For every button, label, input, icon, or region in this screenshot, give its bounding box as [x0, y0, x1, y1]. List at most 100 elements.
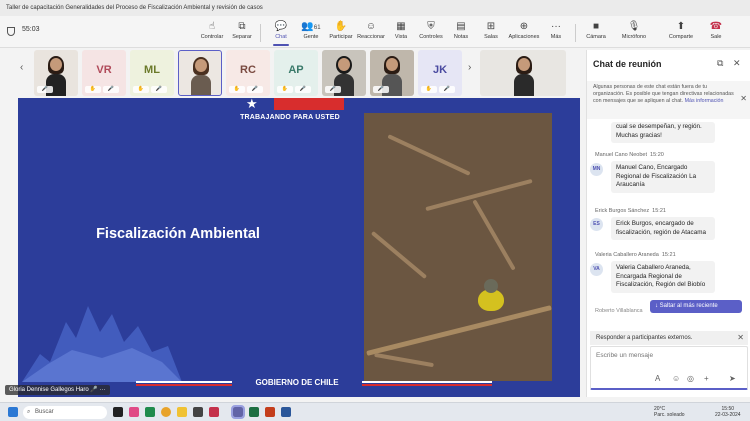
- taskbar-search[interactable]: ⌕ Buscar: [23, 406, 107, 419]
- app-icon[interactable]: [209, 407, 219, 417]
- separar-button[interactable]: ⧉ Separar: [228, 19, 256, 46]
- chat-message: Erick Burgos, encargado de fiscalización…: [611, 217, 715, 240]
- app-icon[interactable]: [145, 407, 155, 417]
- close-icon[interactable]: ✕: [733, 58, 741, 69]
- search-icon: ⌕: [27, 409, 31, 415]
- message-meta: Erick Burgos Sánchez 15:21: [595, 208, 666, 214]
- hand-icon: ✋: [85, 86, 101, 93]
- chat-title: Chat de reunión: [593, 59, 662, 69]
- jump-to-latest-button[interactable]: ↓ Saltar al más reciente: [650, 300, 742, 313]
- chat-icon: 💬: [274, 21, 288, 32]
- camera-icon: ■: [592, 21, 600, 32]
- app-icon[interactable]: [129, 407, 139, 417]
- message-meta: Roberto Villablanca: [595, 308, 643, 314]
- reaccionar-button[interactable]: ☺ Reaccionar: [357, 19, 385, 46]
- hand-icon: ✋: [229, 86, 245, 93]
- mountains-icon: [22, 306, 182, 382]
- avatar[interactable]: ES: [590, 218, 603, 231]
- participant-tile[interactable]: AP ✋ 🎤: [274, 50, 318, 96]
- chevron-left-icon[interactable]: ‹: [20, 62, 23, 73]
- chat-button[interactable]: 💬 Chat: [267, 19, 295, 46]
- shared-slide: ★ TRABAJANDO PARA USTED Fiscalización Am…: [18, 96, 580, 397]
- teams-icon[interactable]: [231, 405, 245, 419]
- format-icon[interactable]: A: [655, 374, 660, 383]
- chrome-icon[interactable]: [161, 407, 171, 417]
- mas-button[interactable]: ··· Más: [542, 19, 570, 46]
- excel-icon[interactable]: [249, 407, 259, 417]
- rooms-icon: ⊞: [486, 21, 496, 32]
- emoji-icon[interactable]: ☺: [672, 374, 680, 383]
- chevron-right-icon[interactable]: ›: [468, 62, 471, 73]
- message-input[interactable]: [596, 352, 736, 359]
- add-icon[interactable]: +: [704, 374, 709, 383]
- bird-photo: [364, 113, 552, 381]
- mic-icon: 🎤: [151, 86, 167, 93]
- mic-icon: 🎤: [90, 387, 98, 393]
- participant-tile[interactable]: JK ✋ 🎤: [418, 50, 462, 96]
- notas-button[interactable]: ▤ Notas: [447, 19, 475, 46]
- windows-start-icon[interactable]: [8, 407, 18, 417]
- more-icon[interactable]: ···: [100, 387, 106, 393]
- controles-button[interactable]: ⛨ Controles: [417, 19, 445, 46]
- grid-icon: ▦: [396, 21, 406, 32]
- participant-tile[interactable]: 🎤: [34, 50, 78, 96]
- meeting-toolbar: 55:03 ☝ Controlar ⧉ Separar 💬 Chat 👥61 Gente…: [0, 16, 750, 48]
- weather-widget[interactable]: 20°C Parc. soleado: [654, 406, 685, 418]
- send-icon[interactable]: ➤: [729, 374, 736, 383]
- participant-tile[interactable]: ML ✋ 🎤: [130, 50, 174, 96]
- task-view-icon[interactable]: [113, 407, 123, 417]
- gente-button[interactable]: 👥61 Gente: [297, 19, 325, 46]
- close-icon[interactable]: ✕: [737, 331, 744, 345]
- hand-icon: ✋: [133, 86, 149, 93]
- hand-icon: ✋: [277, 86, 293, 93]
- mic-icon: 🎤: [325, 86, 341, 93]
- camera-button[interactable]: ■ Cámara: [582, 19, 610, 46]
- leave-button[interactable]: ☎ Sale: [702, 19, 730, 46]
- participant-tile[interactable]: 🎤: [370, 50, 414, 96]
- mic-icon: 🎤: [295, 86, 311, 93]
- file-explorer-icon[interactable]: [177, 407, 187, 417]
- avatar[interactable]: MN: [590, 163, 603, 176]
- salas-button[interactable]: ⊞ Salas: [477, 19, 505, 46]
- close-icon[interactable]: ✕: [740, 95, 747, 103]
- hand-control-icon: ☝: [208, 21, 216, 32]
- participant-tile-speaking[interactable]: [178, 50, 222, 96]
- people-icon: 👥61: [301, 21, 321, 32]
- more-info-link[interactable]: Más información: [685, 98, 724, 104]
- avatar[interactable]: VA: [590, 263, 603, 276]
- apps-icon: ⊕: [519, 21, 529, 32]
- mic-icon: 🎤: [373, 86, 389, 93]
- participant-tile[interactable]: RC ✋ 🎤: [226, 50, 270, 96]
- vista-button[interactable]: ▦ Vista: [387, 19, 415, 46]
- microphone-button[interactable]: 🎙 Micrófono: [617, 19, 651, 46]
- shield-controls-icon: ⛨: [427, 21, 435, 32]
- notes-icon: ▤: [456, 21, 466, 32]
- aplicaciones-button[interactable]: ⊕ Aplicaciones: [507, 19, 541, 46]
- compose-box[interactable]: A ☺ ◎ + ➤: [590, 346, 748, 390]
- participant-video: [191, 57, 211, 95]
- self-view-tile[interactable]: [480, 50, 566, 96]
- chat-message: cual se desempeñan, y región. Muchas gra…: [611, 122, 715, 143]
- arrow-down-icon: ↓: [655, 303, 658, 309]
- message-meta: Valeria Caballero Araneda 15:21: [595, 252, 676, 258]
- hang-up-icon: ☎: [709, 21, 723, 32]
- clock[interactable]: 15:50 22-03-2024: [715, 406, 741, 418]
- participant-tile[interactable]: VR ✋ 🎤: [82, 50, 126, 96]
- word-icon[interactable]: [281, 407, 291, 417]
- controlar-button[interactable]: ☝ Controlar: [198, 19, 226, 46]
- share-icon: ⬆: [676, 21, 686, 32]
- raise-hand-icon: ✋: [334, 21, 348, 32]
- powerpoint-icon[interactable]: [265, 407, 275, 417]
- app-icon[interactable]: [193, 407, 203, 417]
- chat-message: Manuel Cano, Encargado Regional de Fisca…: [611, 161, 715, 193]
- share-button[interactable]: ⬆ Comparte: [664, 19, 698, 46]
- smile-icon: ☺: [365, 21, 377, 32]
- pop-out-icon: ⧉: [238, 21, 246, 32]
- pop-out-icon[interactable]: ⧉: [717, 58, 723, 69]
- participar-button[interactable]: ✋ Participar: [327, 19, 355, 46]
- presenter-name-tag: Gloria Dennise Gallegos Haro 🎤 ···: [5, 385, 110, 395]
- participant-tile[interactable]: 🎤: [322, 50, 366, 96]
- participant-video: [514, 56, 534, 96]
- attach-icon[interactable]: ◎: [687, 374, 694, 383]
- taskbar: ⌕ Buscar 20°C Parc. soleado 15:50 22-03-202…: [0, 402, 750, 421]
